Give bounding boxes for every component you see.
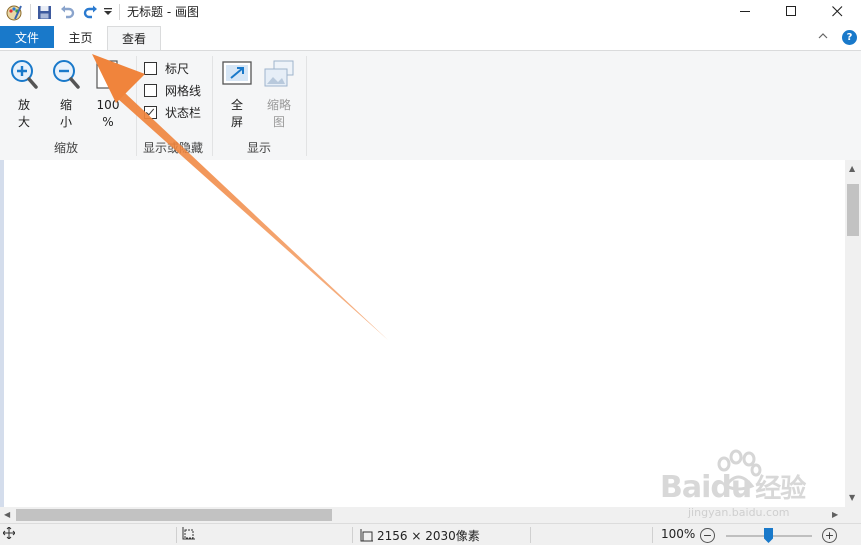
ruler-label: 标尺 [165, 62, 190, 76]
ruler-checkbox-box[interactable] [144, 62, 157, 75]
statusbar-checkbox-box[interactable] [144, 106, 157, 119]
gridlines-checkbox-box[interactable] [144, 84, 157, 97]
zoom-slider-thumb[interactable] [764, 528, 773, 543]
watermark-brand: Bai [660, 470, 711, 505]
tab-file[interactable]: 文件 [0, 26, 54, 48]
paint-app-icon[interactable] [5, 2, 25, 22]
undo-icon[interactable] [60, 2, 78, 22]
scroll-right-icon[interactable]: ▶ [832, 510, 838, 519]
title-bar: 无标题 - 画图 [0, 0, 861, 26]
thumbnail-label-2: 图 [272, 115, 285, 129]
watermark-url: jingyan.baidu.com [688, 506, 790, 519]
zoom-in-icon [11, 60, 38, 89]
tab-home[interactable]: 主页 [55, 26, 106, 49]
statusbar-label: 状态栏 [165, 106, 202, 120]
zoom-level: 100% [661, 527, 696, 541]
zoom-100-button[interactable]: 100 % [93, 58, 123, 131]
thumbnail-button[interactable]: 缩略 图 [262, 58, 296, 131]
zoom-out-status-button[interactable]: − [700, 528, 715, 543]
canvas-edge [0, 160, 4, 507]
zoom-out-label-1: 缩 [59, 98, 72, 112]
quick-access-separator [30, 4, 31, 20]
ruler-checkbox[interactable]: 标尺 [144, 60, 189, 77]
status-separator [530, 527, 531, 543]
chevron-up-icon[interactable] [817, 30, 829, 45]
fullscreen-button[interactable]: 全 屏 [221, 58, 253, 131]
tab-view[interactable]: 查看 [107, 26, 161, 50]
zoom-in-status-button[interactable]: + [822, 528, 837, 543]
zoom-group-label: 缩放 [54, 141, 79, 155]
watermark-brand-cn: 经验 [755, 474, 806, 504]
redo-icon[interactable] [82, 2, 100, 22]
help-icon[interactable]: ? [842, 30, 857, 45]
zoom-in-label-2: 大 [17, 115, 30, 129]
gridlines-checkbox[interactable]: 网格线 [144, 82, 201, 99]
status-bar: 2156 × 2030像素 100% − + [0, 523, 861, 545]
zoom-in-label-1: 放 [17, 98, 30, 112]
zoom-100-label-2: % [102, 115, 114, 129]
watermark-brand-2: du [710, 470, 752, 505]
maximize-button[interactable] [768, 0, 814, 22]
group-separator [212, 56, 213, 156]
zoom-out-button[interactable]: 缩 小 [51, 58, 81, 131]
image-size: 2156 × 2030像素 [360, 527, 480, 544]
showhide-group-label: 显示或隐藏 [143, 141, 204, 155]
vertical-scroll-thumb[interactable] [847, 184, 859, 236]
image-size-text: 2156 × 2030像素 [377, 529, 480, 543]
zoom-out-label-2: 小 [59, 115, 72, 129]
close-button[interactable] [814, 0, 860, 22]
gridlines-label: 网格线 [165, 84, 202, 98]
zoom-in-button[interactable]: 放 大 [9, 58, 39, 131]
fullscreen-label-2: 屏 [230, 115, 243, 129]
cursor-position-icon [3, 527, 15, 539]
group-separator [306, 56, 307, 156]
image-size-icon [360, 529, 373, 542]
selection-size-icon [182, 527, 195, 540]
scrollbar-corner [845, 507, 861, 523]
scroll-up-icon[interactable]: ▲ [849, 164, 855, 173]
window-title: 无标题 - 画图 [127, 5, 199, 19]
vertical-scrollbar[interactable]: ▲ ▼ [845, 160, 861, 507]
minimize-button[interactable] [722, 0, 768, 22]
ribbon-panel: 放 大 缩 小 100 % 缩放 标尺 网格线 状态栏 显示或隐藏 全 屏 缩略… [0, 50, 861, 161]
display-group-label: 显示 [247, 141, 272, 155]
quick-access-separator [119, 4, 120, 20]
customize-quick-access-icon[interactable] [103, 2, 115, 22]
fullscreen-label-1: 全 [230, 98, 243, 112]
fullscreen-icon [222, 61, 252, 85]
zoom-out-icon [53, 60, 80, 89]
thumbnail-label-1: 缩略 [266, 98, 291, 112]
zoom-100-label-1: 100 [96, 98, 120, 112]
scroll-left-icon[interactable]: ◀ [4, 510, 10, 519]
page-icon [96, 60, 118, 89]
status-separator [352, 527, 353, 543]
status-separator [176, 527, 177, 543]
horizontal-scroll-thumb[interactable] [16, 509, 332, 521]
thumbnail-icon [264, 60, 294, 87]
ribbon-tabs: 文件 主页 查看 ? [0, 26, 861, 50]
statusbar-checkbox[interactable]: 状态栏 [144, 104, 201, 121]
status-separator [652, 527, 653, 543]
save-icon[interactable] [37, 2, 55, 22]
scroll-down-icon[interactable]: ▼ [849, 493, 855, 502]
group-separator [136, 56, 137, 156]
